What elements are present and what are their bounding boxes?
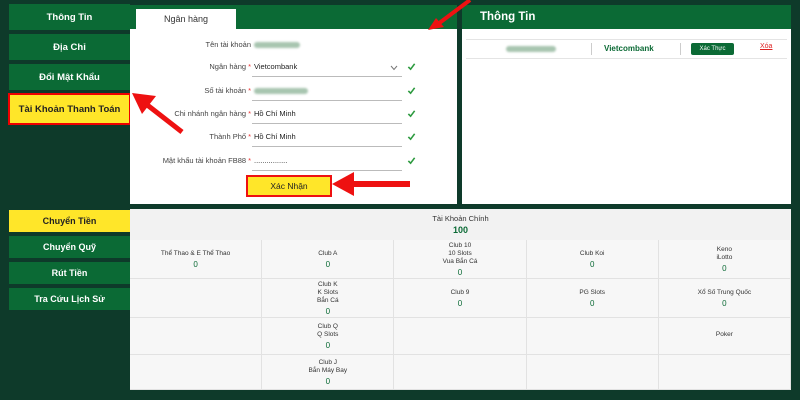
wallet-cell[interactable]: Club 10 10 Slots Vua Bắn Cá 0 (394, 240, 527, 279)
wallet-name: Thể Thao & E Thể Thao (160, 249, 231, 257)
wallet-cell[interactable] (526, 318, 659, 355)
account-name-row: Tên tài khoản (130, 37, 457, 55)
wallet-cell[interactable]: Club J Bắn Máy Bay 0 (262, 355, 395, 390)
branch-label: Chi nhánh ngân hàng * (174, 109, 251, 118)
wallet-cell[interactable] (526, 355, 659, 390)
wallet-cell[interactable]: Poker (658, 318, 791, 355)
sidebar-item-payment-account[interactable]: Tài Khoản Thanh Toán (8, 93, 131, 125)
wallet-name: Xổ Số Trung Quốc (697, 288, 752, 296)
wallet-name: Club Koi (579, 249, 605, 257)
wallet-balance: 0 (722, 263, 727, 273)
wallet-name: Club J Bắn Máy Bay (308, 358, 348, 374)
linked-bank-name: Vietcombank (604, 44, 654, 53)
bank-form-panel: Ngân hàng Tên tài khoản Ngân hàng * Vietc… (130, 5, 457, 204)
check-icon (407, 133, 416, 141)
check-icon (407, 63, 416, 71)
city-input[interactable]: Hồ Chí Minh (252, 132, 402, 147)
wallet-balance: 0 (457, 267, 463, 277)
wallet-cell[interactable] (394, 355, 527, 390)
main-account-title: Tài Khoản Chính (432, 214, 489, 223)
bank-tab-strip: Ngân hàng (130, 5, 457, 29)
wallet-cell[interactable]: Club Koi 0 (526, 240, 659, 279)
account-number-label: Số tài khoản * (204, 86, 251, 95)
wallet-cell[interactable] (130, 279, 263, 318)
wallet-balance: 0 (193, 259, 198, 269)
wallet-cell[interactable] (394, 318, 527, 355)
password-row: Mật khẩu tài khoản FB88 * ...............… (130, 153, 457, 171)
city-row: Thành Phố * Hồ Chí Minh (130, 129, 457, 147)
main-account: Tài Khoản Chính 100 (130, 209, 791, 240)
sidebar-item-transfer[interactable]: Chuyển Tiền (9, 210, 130, 232)
wallet-cell[interactable]: Club A 0 (262, 240, 395, 279)
sidebar-item-info[interactable]: Thông Tin (9, 4, 130, 30)
info-panel: Thông Tin Vietcombank Xác Thực Xóa (462, 5, 791, 204)
divider (680, 43, 681, 55)
wallet-name: Club 10 10 Slots Vua Bắn Cá (442, 241, 478, 265)
account-name-value (252, 40, 402, 55)
wallet-balance: 0 (589, 298, 595, 308)
wallet-cell[interactable]: Club Q Q Slots 0 (262, 318, 395, 355)
wallet-balance: 0 (325, 340, 331, 350)
bank-row: Ngân hàng * Vietcombank (130, 59, 457, 77)
sidebar-item-fund-transfer[interactable]: Chuyển Quỹ (9, 236, 130, 258)
sidebar-item-history[interactable]: Tra Cứu Lịch Sử (9, 288, 130, 310)
wallet-cell[interactable]: Thể Thao & E Thể Thao 0 (130, 240, 263, 279)
funds-sidebar: Chuyển Tiền Chuyển Quỹ Rút Tiền Tra Cứu … (9, 210, 130, 314)
wallet-balance: 0 (457, 298, 463, 308)
wallet-cell[interactable]: Club K K Slots Bắn Cá 0 (262, 279, 395, 318)
wallet-cell[interactable]: Club 9 0 (394, 279, 527, 318)
wallet-panel: Tài Khoản Chính 100 Thể Thao & E Thể Tha… (130, 209, 791, 390)
check-icon (407, 157, 416, 165)
confirm-button[interactable]: Xác Nhận (246, 175, 332, 197)
wallet-balance: 0 (722, 298, 727, 308)
verify-button[interactable]: Xác Thực (691, 43, 734, 55)
account-number-input[interactable] (252, 86, 402, 101)
wallet-cell[interactable]: PG Slots 0 (526, 279, 659, 318)
check-icon (407, 87, 416, 95)
bank-select[interactable]: Vietcombank (252, 62, 402, 77)
wallet-cell[interactable] (658, 355, 791, 390)
wallet-balance: 0 (325, 259, 331, 269)
linked-account-number (506, 46, 556, 52)
wallet-cell[interactable] (130, 318, 263, 355)
chevron-down-icon (390, 65, 398, 71)
wallet-cell[interactable] (130, 355, 263, 390)
branch-input[interactable]: Hồ Chí Minh (252, 109, 402, 124)
wallet-balance: 0 (589, 259, 595, 269)
wallet-name: Poker (715, 331, 733, 338)
info-panel-title: Thông Tin (462, 5, 791, 29)
wallet-name: Club K K Slots Bắn Cá (316, 280, 339, 304)
wallet-name: Club A (318, 249, 338, 257)
wallet-name: PG Slots (579, 288, 606, 296)
main-account-balance: 100 (452, 225, 469, 235)
wallet-name: Keno iLotto (716, 245, 733, 261)
wallet-cell[interactable]: Xổ Số Trung Quốc 0 (658, 279, 791, 318)
tab-bank[interactable]: Ngân hàng (135, 8, 237, 29)
bank-label: Ngân hàng * (209, 62, 251, 71)
sidebar-item-address[interactable]: Địa Chỉ (9, 34, 130, 60)
check-icon (407, 110, 416, 118)
password-label: Mật khẩu tài khoản FB88 * (162, 156, 251, 165)
sidebar-item-withdraw[interactable]: Rút Tiền (9, 262, 130, 284)
account-sidebar: Thông Tin Địa Chỉ Đổi Mật Khẩu Tài Khoản… (8, 4, 131, 128)
wallet-name: Club 9 (450, 288, 470, 296)
wallet-balance: 0 (325, 306, 331, 316)
bank-select-value: Vietcombank (254, 62, 298, 71)
sidebar-item-change-password[interactable]: Đổi Mật Khẩu (9, 64, 130, 90)
delete-link[interactable]: Xóa (760, 43, 772, 50)
wallet-name: Club Q Q Slots (317, 322, 339, 338)
wallet-grid: Thể Thao & E Thể Thao 0 Club A 0 Club 10 10 … (130, 240, 791, 390)
divider (591, 43, 592, 55)
branch-row: Chi nhánh ngân hàng * Hồ Chí Minh (130, 106, 457, 124)
wallet-balance: 0 (325, 376, 331, 386)
account-number-row: Số tài khoản * (130, 83, 457, 101)
city-label: Thành Phố * (209, 132, 251, 141)
account-name-label: Tên tài khoản (205, 40, 251, 49)
wallet-cell[interactable]: Keno iLotto 0 (658, 240, 791, 279)
password-input[interactable]: ................ (252, 156, 402, 171)
linked-bank-row: Vietcombank Xác Thực Xóa (466, 39, 787, 59)
